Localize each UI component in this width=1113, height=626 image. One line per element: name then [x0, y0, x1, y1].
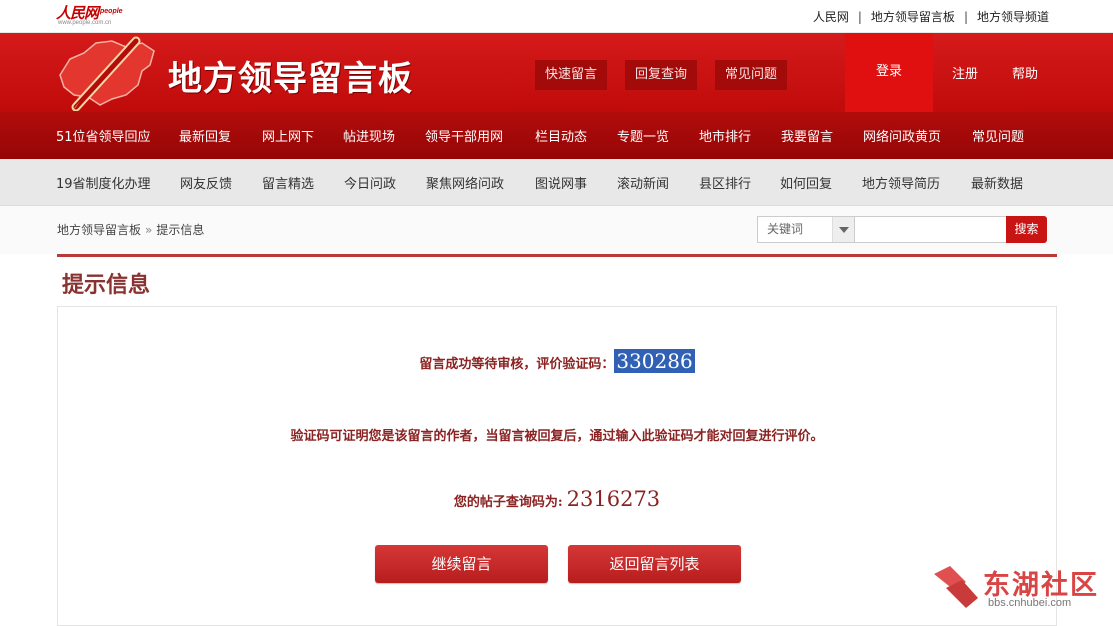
nav-item[interactable]: 地市排行 [699, 126, 781, 145]
nav-item[interactable]: 常见问题 [972, 126, 1024, 145]
nav-item[interactable]: 聚焦网络问政 [426, 173, 535, 192]
faq-button[interactable]: 常见问题 [715, 60, 788, 90]
top-bar: 人民网 people www.people.com.cn 人民网 | 地方领导留… [0, 0, 1113, 33]
query-code[interactable]: 2316273 [567, 487, 661, 511]
nav-item[interactable]: 如何回复 [780, 173, 862, 192]
logo-url: www.people.com.cn [58, 20, 112, 26]
login-button[interactable]: 登录 [845, 33, 933, 112]
search-input[interactable] [855, 216, 1007, 243]
nav-item[interactable]: 留言精选 [262, 173, 344, 192]
nav-item[interactable]: 栏目动态 [535, 126, 617, 145]
breadcrumb-current: 提示信息 [156, 223, 205, 237]
divider: | [857, 9, 862, 24]
breadcrumb-search-row: 地方领导留言板 » 提示信息 关键词 搜索 [0, 206, 1113, 254]
nav-item[interactable]: 最新数据 [971, 173, 1023, 192]
search-type-select[interactable]: 关键词 [757, 216, 855, 243]
nav-item[interactable]: 最新回复 [179, 126, 262, 145]
nav-item[interactable]: 县区排行 [699, 173, 780, 192]
top-links: 人民网 | 地方领导留言板 | 地方领导频道 [813, 8, 1049, 25]
donghu-logo-icon [934, 566, 978, 608]
help-link[interactable]: 帮助 [1012, 63, 1038, 82]
nav-item[interactable]: 网上网下 [262, 126, 343, 145]
verify-explanation: 验证码可证明您是该留言的作者，当留言被回复后，通过输入此验证码才能对回复进行评价… [290, 429, 824, 444]
nav-item[interactable]: 专题一览 [617, 126, 699, 145]
continue-message-button[interactable]: 继续留言 [375, 545, 548, 583]
top-link-board[interactable]: 地方领导留言板 [871, 8, 955, 25]
top-link-channel[interactable]: 地方领导频道 [977, 8, 1049, 25]
register-link[interactable]: 注册 [952, 63, 978, 82]
success-text: 留言成功等待审核，评价验证码： [419, 357, 615, 372]
people-logo[interactable]: 人民网 people www.people.com.cn [56, 2, 128, 28]
divider: | [963, 9, 968, 24]
nav-item[interactable]: 51位省领导回应 [56, 126, 179, 145]
nav-item[interactable]: 今日问政 [344, 173, 426, 192]
search-type-value: 关键词 [767, 222, 804, 236]
top-link-people[interactable]: 人民网 [813, 8, 849, 25]
watermark: 东湖社区 bbs.cnhubei.com [930, 560, 1110, 617]
nav-item[interactable]: 帖进现场 [343, 126, 425, 145]
query-code-line: 您的帖子查询码为: 2316273 [58, 487, 1056, 511]
site-title: 地方领导留言板 [168, 59, 413, 99]
quick-message-button[interactable]: 快速留言 [535, 60, 608, 90]
page-title: 提示信息 [62, 273, 151, 298]
watermark-url: bbs.cnhubei.com [988, 597, 1072, 609]
nav-item[interactable]: 网络问政黄页 [863, 126, 972, 145]
nav-item[interactable]: 地方领导简历 [862, 173, 971, 192]
success-message: 留言成功等待审核，评价验证码： 330286 [58, 349, 1056, 373]
breadcrumb-separator: » [145, 223, 153, 237]
nav-item[interactable]: 我要留言 [781, 126, 863, 145]
nav-item[interactable]: 19省制度化办理 [56, 173, 180, 192]
chevron-down-icon[interactable] [832, 217, 854, 242]
reply-query-button[interactable]: 回复查询 [625, 60, 698, 90]
logo-english: people [100, 8, 123, 15]
nav-item[interactable]: 图说网事 [535, 173, 617, 192]
secondary-nav: 19省制度化办理 网友反馈 留言精选 今日问政 聚焦网络问政 图说网事 滚动新闻… [0, 159, 1113, 206]
section-divider [57, 254, 1057, 257]
site-header: 地方领导留言板 快速留言 回复查询 常见问题 登录 注册 帮助 [0, 33, 1113, 112]
query-code-label: 您的帖子查询码为: [453, 495, 563, 510]
breadcrumb: 地方领导留言板 » 提示信息 [57, 221, 204, 238]
china-map-pen-icon [59, 36, 155, 111]
verify-code[interactable]: 330286 [614, 349, 695, 373]
breadcrumb-home[interactable]: 地方领导留言板 [57, 223, 141, 237]
back-to-list-button[interactable]: 返回留言列表 [568, 545, 741, 583]
primary-nav: 51位省领导回应 最新回复 网上网下 帖进现场 领导干部用网 栏目动态 专题一览… [0, 112, 1113, 159]
nav-item[interactable]: 滚动新闻 [617, 173, 699, 192]
nav-item[interactable]: 网友反馈 [180, 173, 262, 192]
nav-item[interactable]: 领导干部用网 [425, 126, 535, 145]
message-panel: 留言成功等待审核，评价验证码： 330286 验证码可证明您是该留言的作者，当留言… [57, 306, 1057, 626]
search-button[interactable]: 搜索 [1006, 216, 1047, 243]
